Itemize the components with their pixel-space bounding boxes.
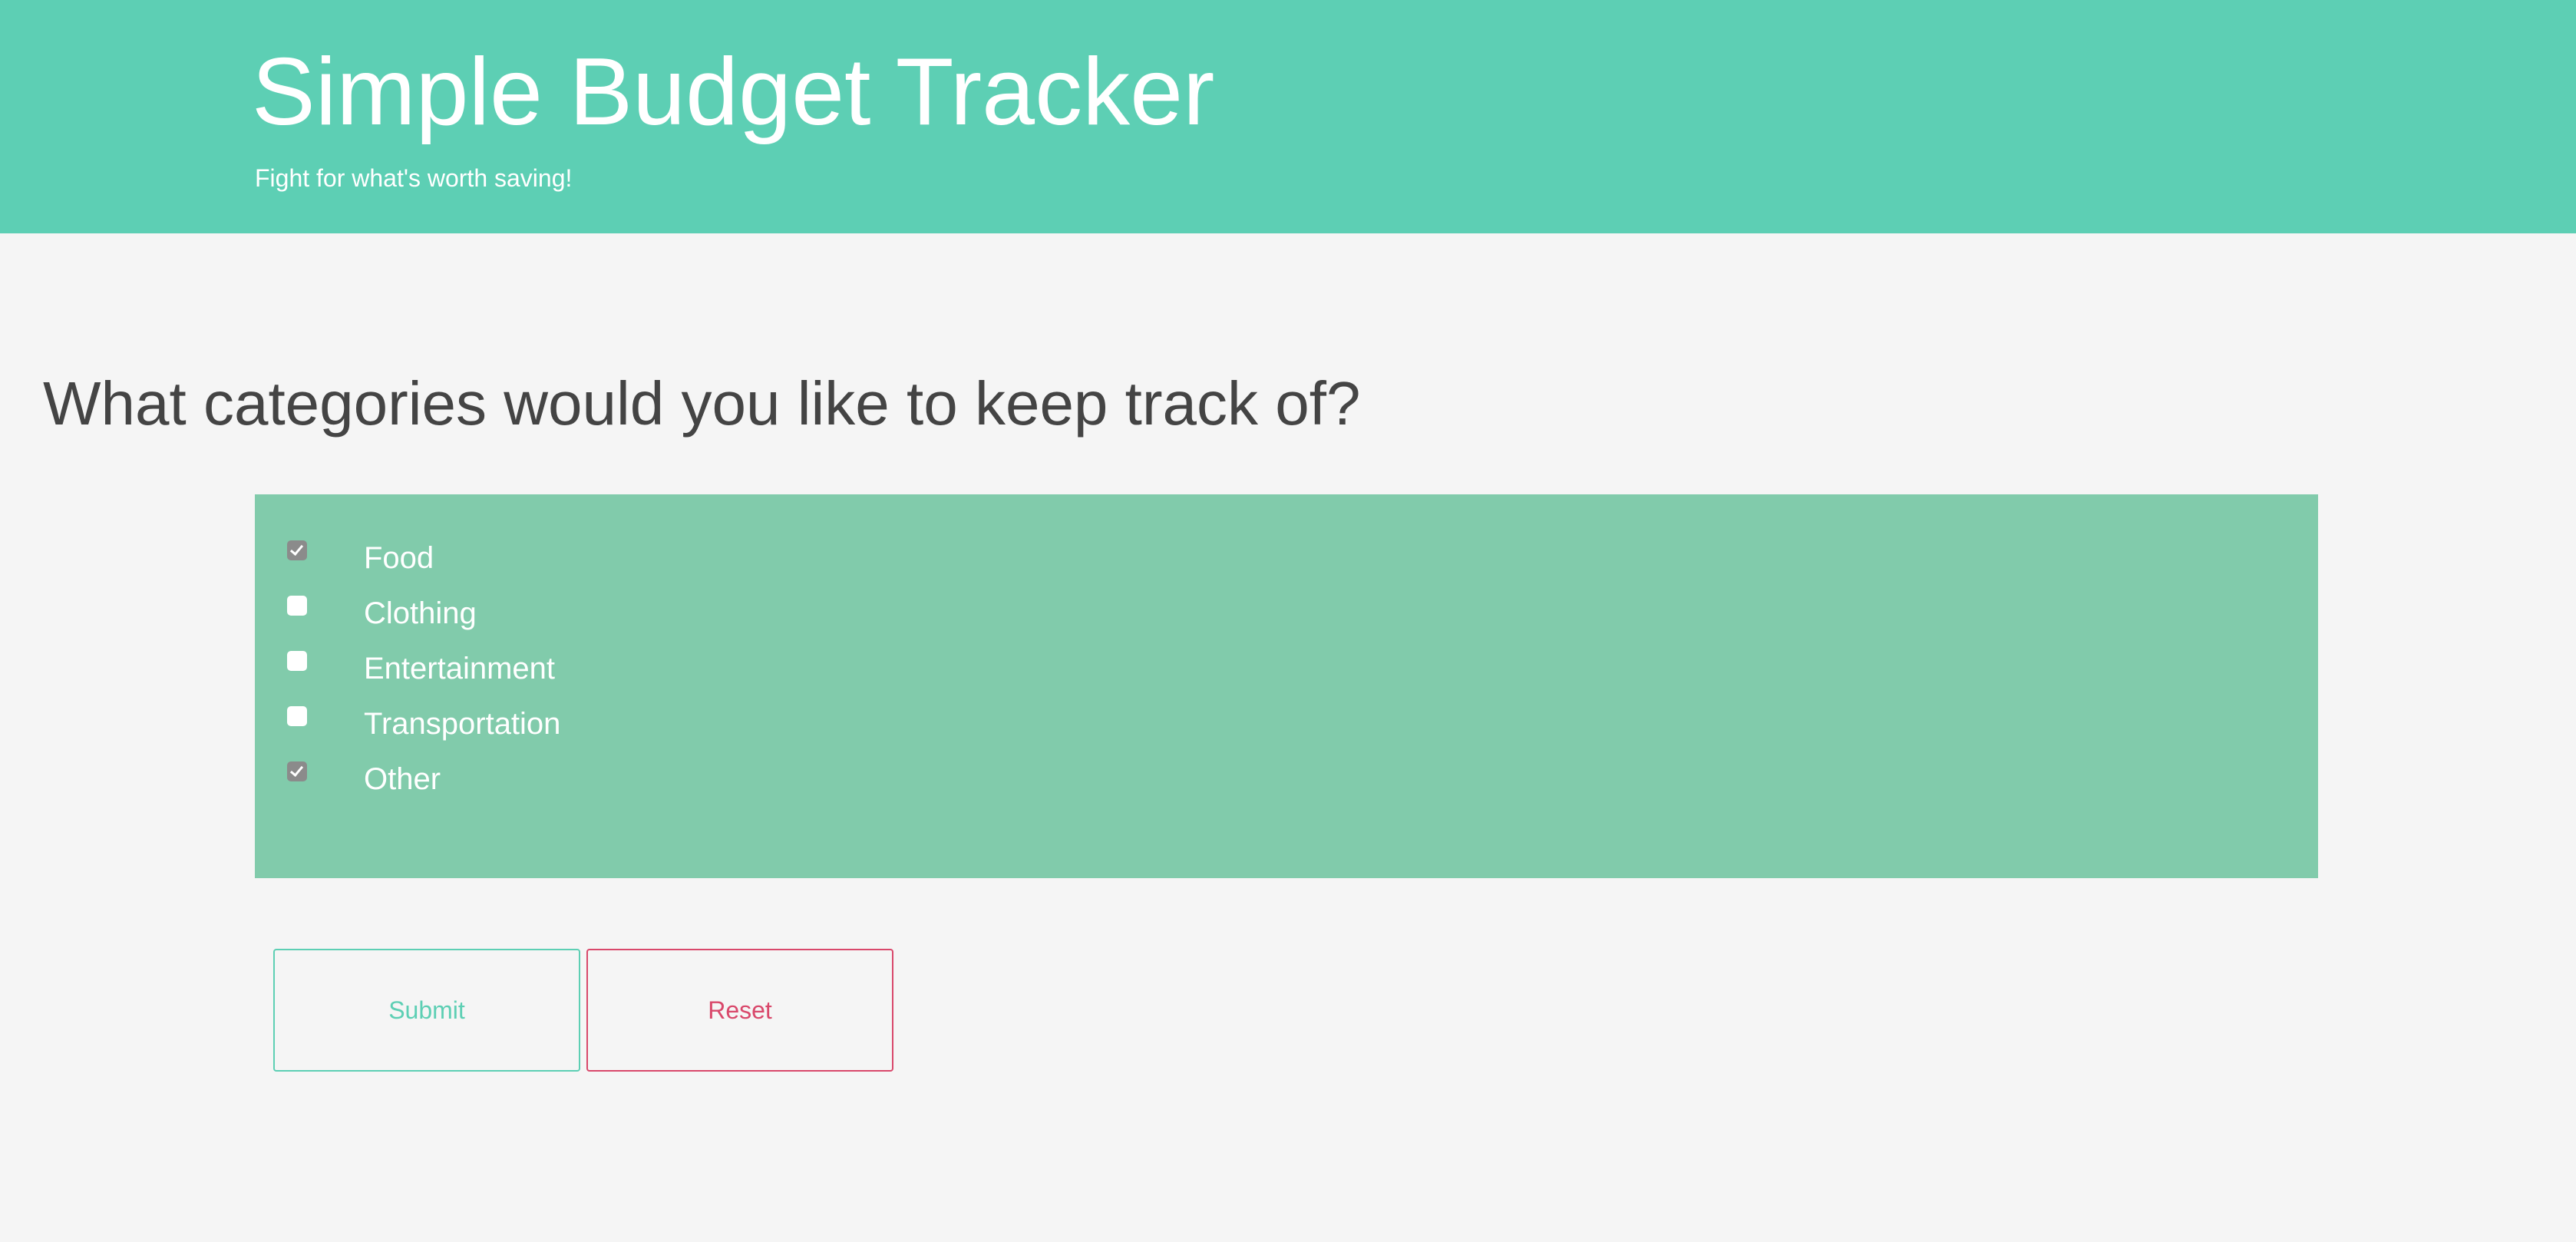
category-label: Entertainment	[364, 652, 556, 685]
app-title: Simple Budget Tracker	[252, 39, 1215, 145]
category-item-other[interactable]: Other	[287, 752, 748, 808]
category-label: Transportation	[364, 707, 561, 741]
category-item-food[interactable]: Food	[287, 531, 748, 586]
app-subtitle: Fight for what's worth saving!	[255, 164, 573, 192]
category-item-transportation[interactable]: Transportation	[287, 697, 748, 752]
category-label: Other	[364, 762, 441, 796]
page-question: What categories would you like to keep t…	[43, 369, 1361, 438]
submit-button[interactable]: Submit	[273, 949, 580, 1072]
category-label: Clothing	[364, 596, 477, 630]
header-banner: Simple Budget Tracker Fight for what's w…	[0, 0, 2576, 233]
category-label: Food	[364, 541, 434, 575]
entertainment-checkbox[interactable]	[287, 651, 307, 671]
categories-panel: Food Clothing Entertainment Transportati…	[255, 494, 2318, 878]
transportation-checkbox[interactable]	[287, 706, 307, 726]
other-checkbox[interactable]	[287, 761, 307, 781]
food-checkbox[interactable]	[287, 540, 307, 560]
reset-button[interactable]: Reset	[586, 949, 893, 1072]
category-item-clothing[interactable]: Clothing	[287, 586, 748, 642]
category-item-entertainment[interactable]: Entertainment	[287, 642, 748, 697]
clothing-checkbox[interactable]	[287, 596, 307, 616]
